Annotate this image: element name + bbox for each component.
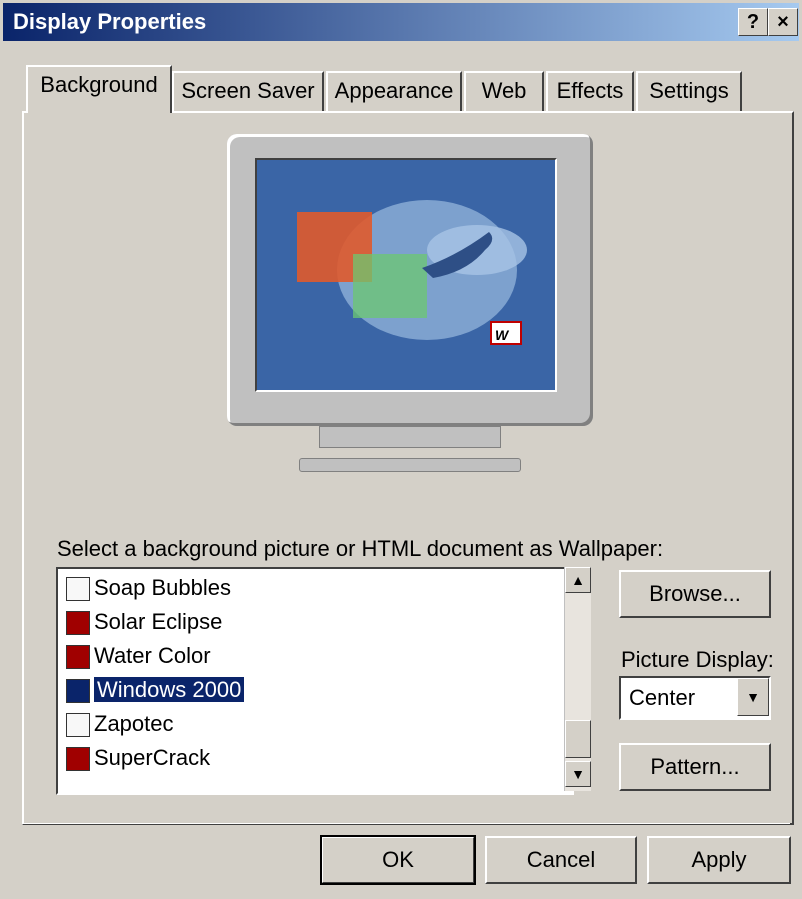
tab-web[interactable]: Web [464,71,544,111]
dropdown-arrow-icon[interactable]: ▼ [737,678,769,716]
monitor-preview: W [227,134,593,442]
wallpaper-list[interactable]: Soap Bubbles Solar Eclipse Water Color W… [56,567,574,795]
apply-button[interactable]: Apply [647,836,791,884]
list-item[interactable]: Water Color [66,641,211,671]
windows-2000-wallpaper-image: W [297,200,527,345]
monitor-stand-base [299,458,521,472]
bitmap-icon [66,645,90,670]
tab-appearance[interactable]: Appearance [326,71,462,111]
ok-button[interactable]: OK [320,835,476,885]
list-item-selected[interactable]: Windows 2000 [66,675,246,705]
window-title: Display Properties [13,9,207,34]
html-document-icon [66,713,90,738]
cancel-button[interactable]: Cancel [485,836,637,884]
tab-screen-saver[interactable]: Screen Saver [172,71,324,111]
scrollbar-thumb[interactable] [565,720,591,758]
scroll-down-button[interactable]: ▼ [565,761,591,787]
picture-display-select[interactable]: Center ▼ [619,676,771,720]
close-button[interactable]: × [768,8,798,36]
wallpaper-preview: W [255,158,557,392]
triangle-down-icon: ▼ [571,766,585,782]
triangle-up-icon: ▲ [571,572,585,588]
list-item[interactable]: Zapotec [66,709,174,739]
tab-settings[interactable]: Settings [636,71,742,111]
help-button[interactable]: ? [738,8,768,36]
wallpaper-list-scrollbar[interactable]: ▲ ▼ [564,567,591,791]
svg-text:W: W [495,327,510,343]
bitmap-icon [66,611,90,636]
list-item[interactable]: SuperCrack [66,743,210,773]
scroll-up-button[interactable]: ▲ [565,567,591,593]
bitmap-icon [66,679,90,704]
html-document-icon [66,577,90,602]
list-item[interactable]: Soap Bubbles [66,573,231,603]
browse-button[interactable]: Browse... [619,570,771,618]
monitor-stand-neck [319,426,501,448]
title-bar[interactable]: Display Properties ? × [3,3,799,41]
tab-background[interactable]: Background [26,65,172,113]
pattern-button[interactable]: Pattern... [619,743,771,791]
picture-display-label: Picture Display: [621,647,774,672]
list-item[interactable]: Solar Eclipse [66,607,222,637]
display-properties-window: Display Properties ? × Background Screen… [0,0,802,899]
divider [22,823,790,824]
picture-display-value: Center [629,685,696,710]
bitmap-icon [66,747,90,772]
wallpaper-label: Select a background picture or HTML docu… [57,536,664,561]
tab-effects[interactable]: Effects [546,71,634,111]
